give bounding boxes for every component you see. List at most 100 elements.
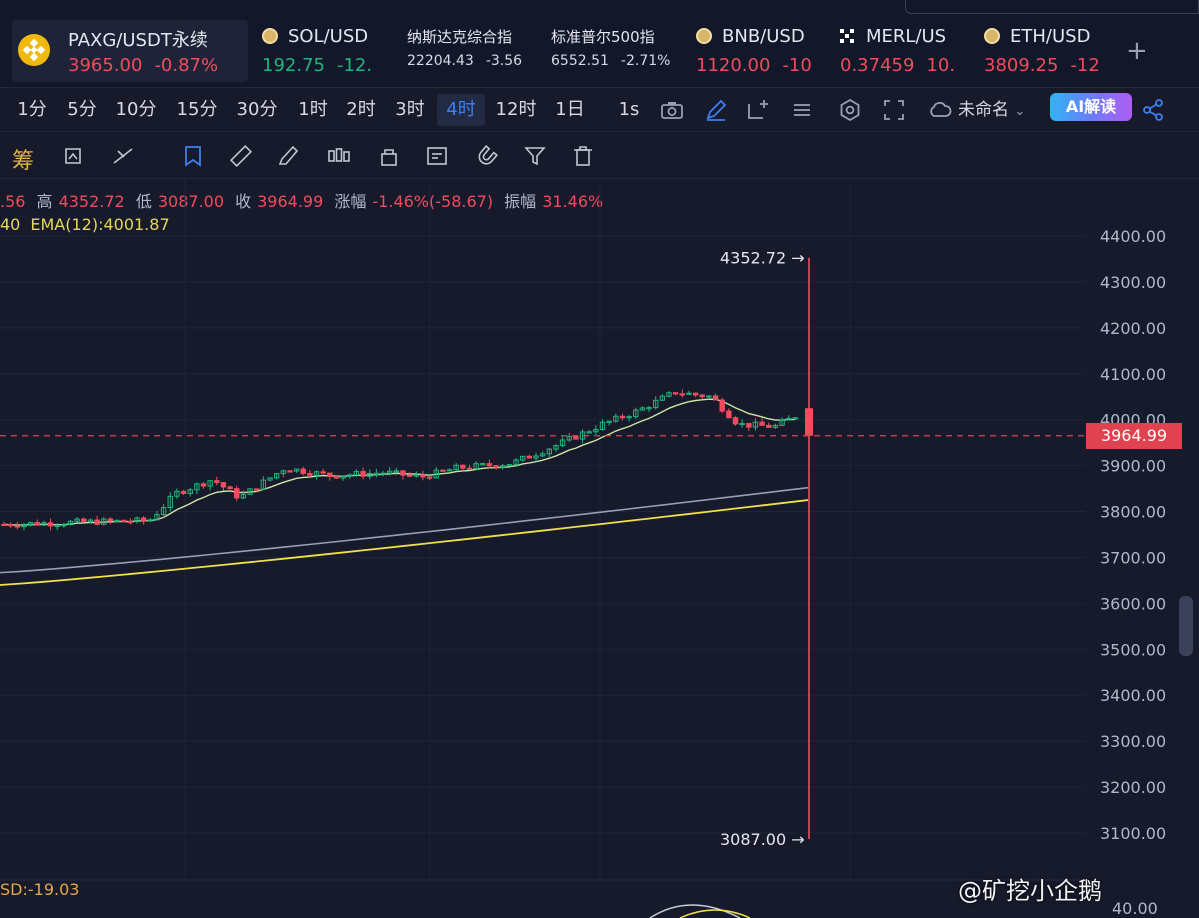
price-chart[interactable]: 4400.004300.004200.004100.004000.003900.… [0,180,1199,918]
ema-long-line [0,499,809,586]
replay-icon[interactable] [60,143,86,169]
layout-name-dropdown[interactable]: 未命名 ⌄ [958,95,1025,120]
brush-icon[interactable] [276,143,302,169]
y-tick-label: 3100.00 [1100,824,1166,843]
ticker-change: -0.87% [154,55,219,76]
ticker-tab-eth[interactable]: ETH/USD 3809.25 -12 [984,20,1104,82]
trash-icon[interactable] [570,143,596,169]
axis-scroll-handle[interactable] [1179,596,1193,656]
interval-2h[interactable]: 2时 [342,94,380,126]
add-indicator-icon[interactable] [744,96,772,124]
chart-annotations: 4352.72 → 3087.00 → [0,249,1085,918]
coin-icon [696,28,712,44]
settings-hex-icon[interactable] [836,96,864,124]
ticker-tab-merl[interactable]: MERL/US 0.37459 10. [840,20,958,82]
candles [1,389,799,531]
ticker-bar: PAXG/USDT永续 3965.00 -0.87% SOL/USD 192.75… [0,0,1199,88]
indicator-label: SD:-19.03 [0,880,80,899]
high-annotation: 4352.72 → [720,249,805,268]
candle-body [320,471,326,474]
note-icon[interactable] [424,143,450,169]
candle-body [227,486,233,490]
candles-icon[interactable] [326,143,352,169]
ticker-change: -10 [782,55,812,76]
interval-4h[interactable]: 4时 [437,94,485,126]
ticker-tab-nasdaq[interactable]: 纳斯达克综合指 22204.43 -3.56 [407,20,531,82]
ticker-price: 3809.25 [984,55,1059,76]
interval-12h[interactable]: 12时 [492,94,540,126]
candle-body [493,465,499,468]
interval-1h[interactable]: 1时 [294,94,332,126]
candle-body [440,469,446,472]
interval-1d[interactable]: 1日 [551,94,589,126]
y-tick-label: 3900.00 [1100,457,1166,476]
cloud-icon[interactable] [926,96,954,124]
interval-1s[interactable]: 1s [612,94,646,126]
fullscreen-icon[interactable] [880,96,908,124]
add-ticker-icon[interactable]: + [1126,36,1148,66]
layout-name-label: 未命名 [958,100,1009,120]
y-tick-label: 4400.00 [1100,227,1166,246]
ruler-icon[interactable] [228,143,254,169]
candle-body [699,394,705,398]
ticker-name: SOL/USD [288,26,369,47]
ticker-name: BNB/USD [722,26,805,47]
spike-body [805,408,813,436]
candle-body [619,415,626,419]
ticker-tab-sp500[interactable]: 标准普尔500指 6552.51 -2.71% [551,20,673,82]
candle-body [672,392,679,395]
ticker-change: -12 [1070,55,1100,76]
y-tick-label: 3200.00 [1100,778,1166,797]
watermark: @矿挖小企鹅 [958,877,1102,905]
pencil-icon[interactable] [702,96,730,124]
interval-30m[interactable]: 30分 [233,94,281,126]
candle-body [47,522,54,527]
interval-15m[interactable]: 15分 [173,94,221,126]
ticker-tab-sol[interactable]: SOL/USD 192.75 -12. [262,20,386,82]
filter-icon[interactable] [522,143,548,169]
ticker-tab-bnb[interactable]: BNB/USD 1120.00 -10 [696,20,818,82]
search-box-edge[interactable] [905,0,1199,14]
low-annotation: 3087.00 → [720,830,805,849]
ai-interpret-button[interactable]: AI解读 [1050,93,1132,121]
candle-body [107,518,114,522]
candle-body [34,522,40,526]
y-tick-label: 4200.00 [1100,319,1166,338]
candle-body [287,470,293,473]
ticker-change: -3.56 [485,53,523,69]
ticker-tab-paxg[interactable]: PAXG/USDT永续 3965.00 -0.87% [12,20,248,82]
candle-body [214,480,220,484]
candle-body [746,422,752,428]
interval-3h[interactable]: 3时 [391,94,429,126]
interval-10m[interactable]: 10分 [112,94,160,126]
candle-body [360,471,366,477]
ticker-price: 1120.00 [696,55,771,76]
ticker-change: -12. [336,55,373,76]
candle-body [526,455,533,459]
share-icon[interactable] [1139,96,1167,124]
candle-body [573,436,579,440]
chip-distribution-button[interactable]: 筹 [12,143,34,175]
candle-body [726,410,732,419]
ticker-name: MERL/US [866,26,947,47]
candle-body [400,470,406,476]
list-icon[interactable] [788,96,816,124]
bookmark-icon[interactable] [180,143,206,169]
magnet-icon[interactable] [474,143,500,169]
y-tick-label: 3400.00 [1100,686,1166,705]
candle-body [234,488,240,499]
lock-icon[interactable] [376,143,402,169]
ticker-change: 10. [926,55,956,76]
crosshair-tool-icon[interactable] [110,143,136,169]
ticker-price: 22204.43 [407,53,474,69]
interval-1m[interactable]: 1分 [12,94,52,126]
last-candle-spike [805,257,813,839]
interval-5m[interactable]: 5分 [62,94,102,126]
candle-body [679,393,685,396]
indicator-axis-label: 40.00 [1112,899,1158,918]
camera-icon[interactable] [658,96,686,124]
candle-body [719,399,725,412]
coin-icon [984,28,1000,44]
candle-body [14,525,21,528]
ticker-name: 纳斯达克综合指 [407,28,513,46]
